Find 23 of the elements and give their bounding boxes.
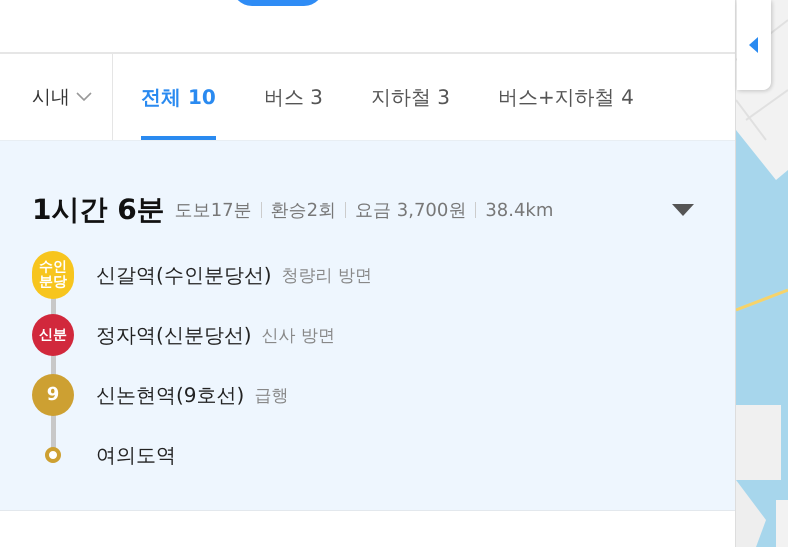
chevron-icon — [76, 92, 92, 102]
region-dropdown[interactable]: 시내 — [0, 54, 113, 140]
station-name: 신갈역(수인분당선) — [96, 262, 272, 288]
caret-icon — [749, 37, 759, 53]
tab[interactable]: 버스+지하철 4 — [498, 54, 634, 140]
route-detail: 환승2회 — [270, 199, 336, 222]
station-name: 신논현역(9호선) — [96, 382, 244, 408]
station-name: 여의도역 — [96, 442, 176, 468]
direction-note: 신사 방면 — [262, 324, 336, 346]
total-time: 1시간 6분 — [32, 192, 165, 228]
expand-button[interactable] — [671, 203, 695, 217]
route-detail: 요금 3,700원 — [355, 199, 466, 222]
route-detail: 도보17분 — [174, 199, 252, 222]
line-badge: 9 — [32, 374, 74, 416]
tab[interactable]: 지하철 3 — [370, 54, 450, 140]
collapse-button[interactable] — [737, 0, 771, 90]
line-badge: 신분 — [32, 314, 74, 356]
line-badge: 수인분당 — [32, 251, 74, 299]
station-name: 정자역(신분당선) — [96, 322, 252, 348]
direction-note: 급행 — [254, 384, 288, 406]
direction-note: 청량리 방면 — [282, 264, 372, 286]
route-detail: 38.4km — [485, 200, 554, 220]
tab[interactable]: 버스 3 — [264, 54, 323, 140]
